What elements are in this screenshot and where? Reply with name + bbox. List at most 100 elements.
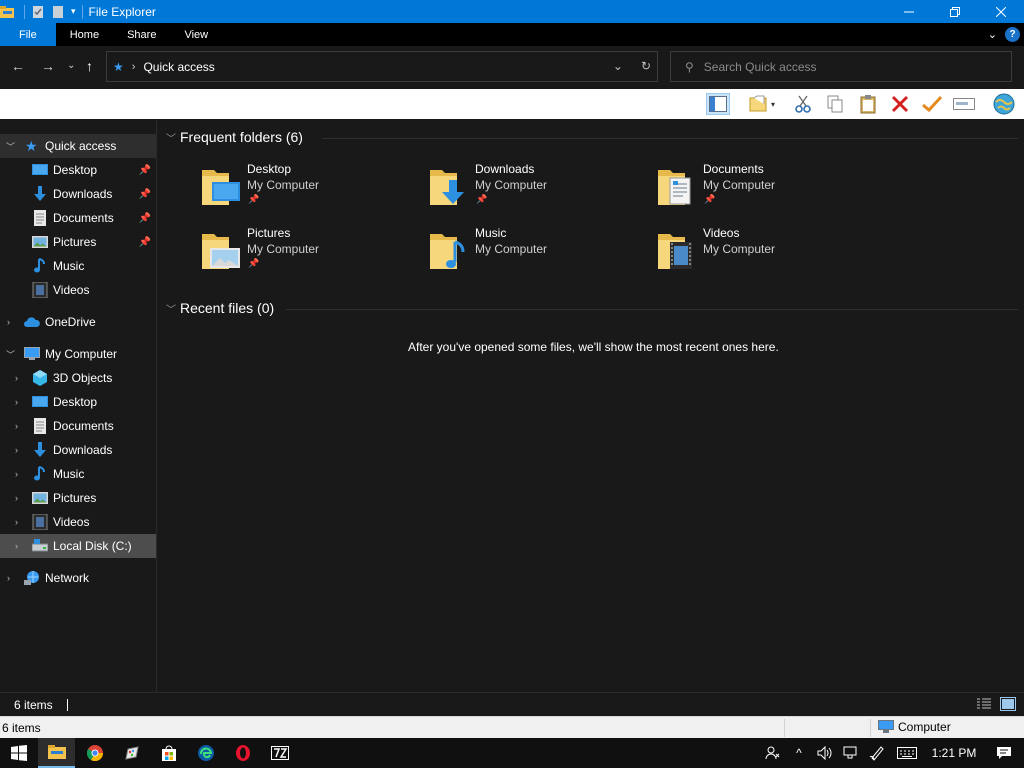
delete-button[interactable] xyxy=(888,93,912,115)
close-button[interactable] xyxy=(978,0,1024,23)
paste-button[interactable] xyxy=(856,93,880,115)
nav-pc-3d-objects[interactable]: › 3D Objects xyxy=(0,366,156,390)
speaker-icon xyxy=(817,746,832,760)
rename-button[interactable] xyxy=(952,93,976,115)
details-view-icon[interactable] xyxy=(976,697,992,711)
tab-home[interactable]: Home xyxy=(56,23,113,46)
large-icons-view-icon[interactable] xyxy=(1000,697,1016,711)
qat-dropdown-icon[interactable]: ▾ xyxy=(71,6,76,17)
taskbar-7zip[interactable] xyxy=(261,738,298,768)
chevron-right-icon[interactable]: › xyxy=(15,469,18,479)
chevron-down-icon[interactable]: ﹀ xyxy=(166,130,180,145)
taskbar-paint[interactable] xyxy=(113,738,150,768)
taskbar-store[interactable] xyxy=(150,738,187,768)
nav-onedrive[interactable]: › OneDrive xyxy=(0,310,156,334)
nav-qa-desktop[interactable]: Desktop 📌 xyxy=(0,158,156,182)
cut-button[interactable] xyxy=(791,93,815,115)
nav-label: My Computer xyxy=(45,347,118,361)
select-button[interactable] xyxy=(920,93,944,115)
action-center-icon[interactable] xyxy=(984,738,1024,768)
nav-qa-pictures[interactable]: Pictures 📌 xyxy=(0,230,156,254)
nav-qa-music[interactable]: Music xyxy=(0,254,156,278)
navigation-pane-button[interactable] xyxy=(706,93,730,115)
forward-arrow-icon[interactable]: → xyxy=(41,58,55,74)
close-icon xyxy=(996,6,1006,17)
taskbar-opera[interactable] xyxy=(224,738,261,768)
pin-icon: 📌 xyxy=(138,188,151,200)
frequent-folders-header[interactable]: ﹀ Frequent folders (6) xyxy=(166,129,303,145)
nav-qa-downloads[interactable]: Downloads 📌 xyxy=(0,182,156,206)
tab-file[interactable]: File xyxy=(0,23,56,46)
help-icon[interactable]: ? xyxy=(1005,27,1020,42)
touch-keyboard-icon[interactable] xyxy=(890,738,924,768)
chevron-right-icon[interactable]: › xyxy=(15,421,18,431)
recent-locations-icon[interactable]: ⌄ xyxy=(67,60,75,71)
nav-pc-downloads[interactable]: › Downloads xyxy=(0,438,156,462)
copy-button[interactable] xyxy=(823,93,847,115)
nav-pc-videos[interactable]: › Videos xyxy=(0,510,156,534)
globe-button[interactable] xyxy=(992,93,1016,115)
nav-qa-videos[interactable]: Videos xyxy=(0,278,156,302)
tab-view[interactable]: View xyxy=(170,23,222,46)
people-glyph-icon xyxy=(765,746,780,760)
expand-ribbon-icon[interactable]: ⌄ xyxy=(988,28,997,41)
taskbar-chrome[interactable] xyxy=(76,738,113,768)
nav-pc-documents[interactable]: › Documents xyxy=(0,414,156,438)
new-folder-dropdown-icon[interactable]: ▾ xyxy=(771,100,775,109)
chevron-right-icon[interactable]: › xyxy=(15,373,18,383)
nav-pc-music[interactable]: › Music xyxy=(0,462,156,486)
taskbar-edge[interactable] xyxy=(187,738,224,768)
chevron-down-icon[interactable]: ﹀ xyxy=(6,348,15,361)
folder-tile-downloads[interactable]: Downloads My Computer 📌 xyxy=(428,162,628,218)
tab-share[interactable]: Share xyxy=(113,23,170,46)
nav-pc-pictures[interactable]: › Pictures xyxy=(0,486,156,510)
breadcrumb-current[interactable]: Quick access xyxy=(143,60,214,74)
search-input[interactable] xyxy=(703,59,984,74)
chevron-down-icon[interactable]: ﹀ xyxy=(6,140,15,153)
chevron-right-icon[interactable]: › xyxy=(15,445,18,455)
nav-pc-local-disk[interactable]: › Local Disk (C:) xyxy=(0,534,156,558)
volume-icon[interactable] xyxy=(812,738,838,768)
refresh-icon[interactable]: ↻ xyxy=(641,59,651,73)
new-folder-icon xyxy=(749,95,767,112)
nav-qa-documents[interactable]: Documents 📌 xyxy=(0,206,156,230)
restore-button[interactable] xyxy=(932,0,978,23)
new-folder-qat-icon[interactable] xyxy=(51,5,65,19)
taskbar-file-explorer[interactable] xyxy=(38,738,75,768)
chevron-right-icon[interactable]: › xyxy=(15,397,18,407)
nav-network[interactable]: › Network xyxy=(0,566,156,590)
start-button[interactable] xyxy=(0,738,37,768)
folder-tile-videos[interactable]: Videos My Computer xyxy=(656,226,856,282)
back-arrow-icon[interactable]: ← xyxy=(11,58,25,74)
up-arrow-icon[interactable]: ↑ xyxy=(86,58,93,74)
chevron-right-icon[interactable]: › xyxy=(7,317,10,327)
show-hidden-icons-icon[interactable]: ^ xyxy=(786,738,812,768)
folder-tile-documents[interactable]: Documents My Computer 📌 xyxy=(656,162,856,218)
chevron-right-icon[interactable]: › xyxy=(15,493,18,503)
chevron-right-icon[interactable]: › xyxy=(15,541,18,551)
taskbar-clock[interactable]: 1:21 PM xyxy=(924,746,984,760)
search-box[interactable]: ⚲ xyxy=(670,51,1012,82)
address-bar[interactable]: ★ › Quick access ⌄ ↻ xyxy=(106,51,658,82)
nav-label: Downloads xyxy=(53,443,113,457)
folder-tile-pictures[interactable]: Pictures My Computer 📌 xyxy=(200,226,400,282)
folder-tile-music[interactable]: Music My Computer xyxy=(428,226,628,282)
address-dropdown-icon[interactable]: ⌄ xyxy=(613,59,623,73)
nav-quick-access[interactable]: ﹀ ★ Quick access xyxy=(0,134,156,158)
chevron-down-icon[interactable]: ﹀ xyxy=(166,301,180,316)
chevron-right-icon[interactable]: › xyxy=(7,573,10,583)
breadcrumb-chevron-icon[interactable]: › xyxy=(132,61,136,73)
properties-icon[interactable] xyxy=(31,5,45,19)
nav-pc-desktop[interactable]: › Desktop xyxy=(0,390,156,414)
folder-tile-desktop[interactable]: Desktop My Computer 📌 xyxy=(200,162,400,218)
people-icon[interactable] xyxy=(760,738,786,768)
pen-workspace-icon[interactable] xyxy=(864,738,890,768)
chevron-right-icon[interactable]: › xyxy=(15,517,18,527)
recent-files-header[interactable]: ﹀ Recent files (0) xyxy=(166,300,274,316)
title-bar: ▾ File Explorer xyxy=(0,0,1024,23)
nav-my-computer[interactable]: ﹀ My Computer xyxy=(0,342,156,366)
network-status-icon[interactable] xyxy=(838,738,864,768)
new-folder-button[interactable]: ▾ xyxy=(744,93,780,115)
videos-icon xyxy=(32,282,48,298)
minimize-button[interactable] xyxy=(886,0,932,23)
